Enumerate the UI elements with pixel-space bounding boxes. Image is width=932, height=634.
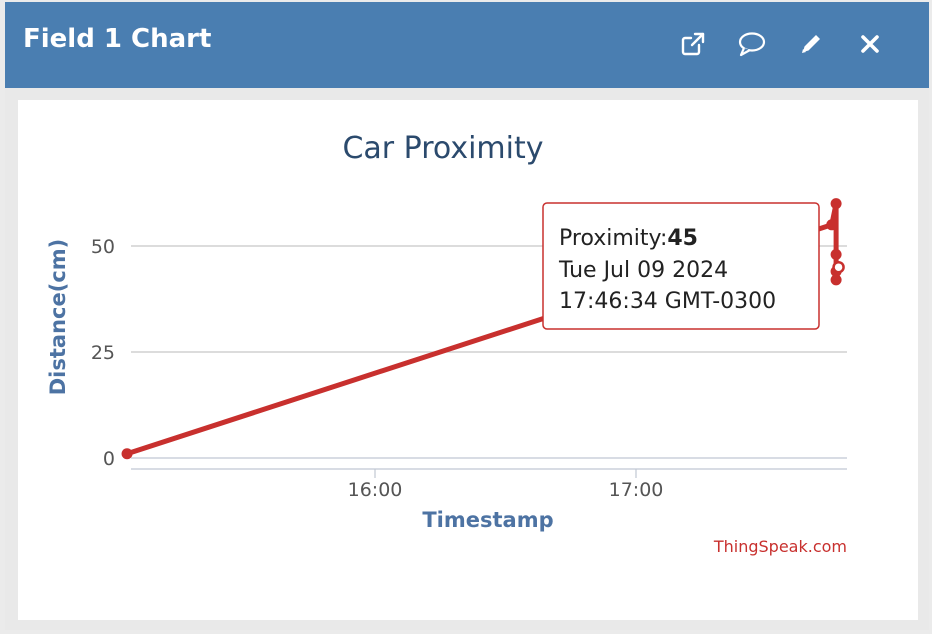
x-axis: 16:00 17:00	[131, 468, 847, 501]
header-actions	[663, 28, 899, 60]
tooltip-date: Tue Jul 09 2024	[558, 258, 728, 283]
y-tick-label: 50	[91, 236, 115, 258]
data-point[interactable]	[121, 448, 133, 460]
data-point[interactable]	[830, 198, 842, 210]
pencil-icon[interactable]	[781, 28, 840, 60]
x-tick-label: 17:00	[609, 479, 664, 501]
external-link-icon[interactable]	[663, 28, 722, 60]
tooltip-line-1: Proximity:45	[559, 226, 698, 251]
data-point[interactable]	[830, 274, 842, 286]
x-tick-label: 16:00	[348, 479, 403, 501]
x-axis-label: Timestamp	[422, 508, 553, 532]
close-icon[interactable]	[840, 28, 899, 60]
chart-svg: Car Proximity 0 25 50 16:00 17:00 Distance(…	[46, 131, 847, 556]
y-axis-label: Distance(cm)	[46, 239, 70, 396]
widget-header: Field 1 Chart	[5, 2, 929, 88]
y-axis-ticks: 0 25 50	[91, 236, 115, 470]
tooltip-time: 17:46:34 GMT-0300	[559, 289, 776, 314]
tooltip: Proximity:45 Tue Jul 09 2024 17:46:34 GM…	[542, 202, 820, 330]
tooltip-value: 45	[667, 226, 698, 251]
chart-card: Car Proximity 0 25 50 16:00 17:00 Distance(…	[18, 100, 918, 620]
y-tick-label: 25	[91, 342, 115, 364]
y-tick-label: 0	[103, 448, 115, 470]
data-point[interactable]	[826, 219, 838, 231]
chart-widget: Field 1 Chart Car Proximity 0 25 50 16:0…	[5, 2, 929, 630]
chart-credit[interactable]: ThingSpeak.com	[713, 537, 847, 556]
data-point[interactable]	[830, 248, 842, 260]
chart-title: Car Proximity	[342, 131, 543, 166]
tooltip-label: Proximity:	[559, 226, 667, 251]
comment-icon[interactable]	[722, 28, 781, 60]
data-point-hovered[interactable]	[832, 260, 845, 274]
widget-title: Field 1 Chart	[23, 24, 212, 54]
